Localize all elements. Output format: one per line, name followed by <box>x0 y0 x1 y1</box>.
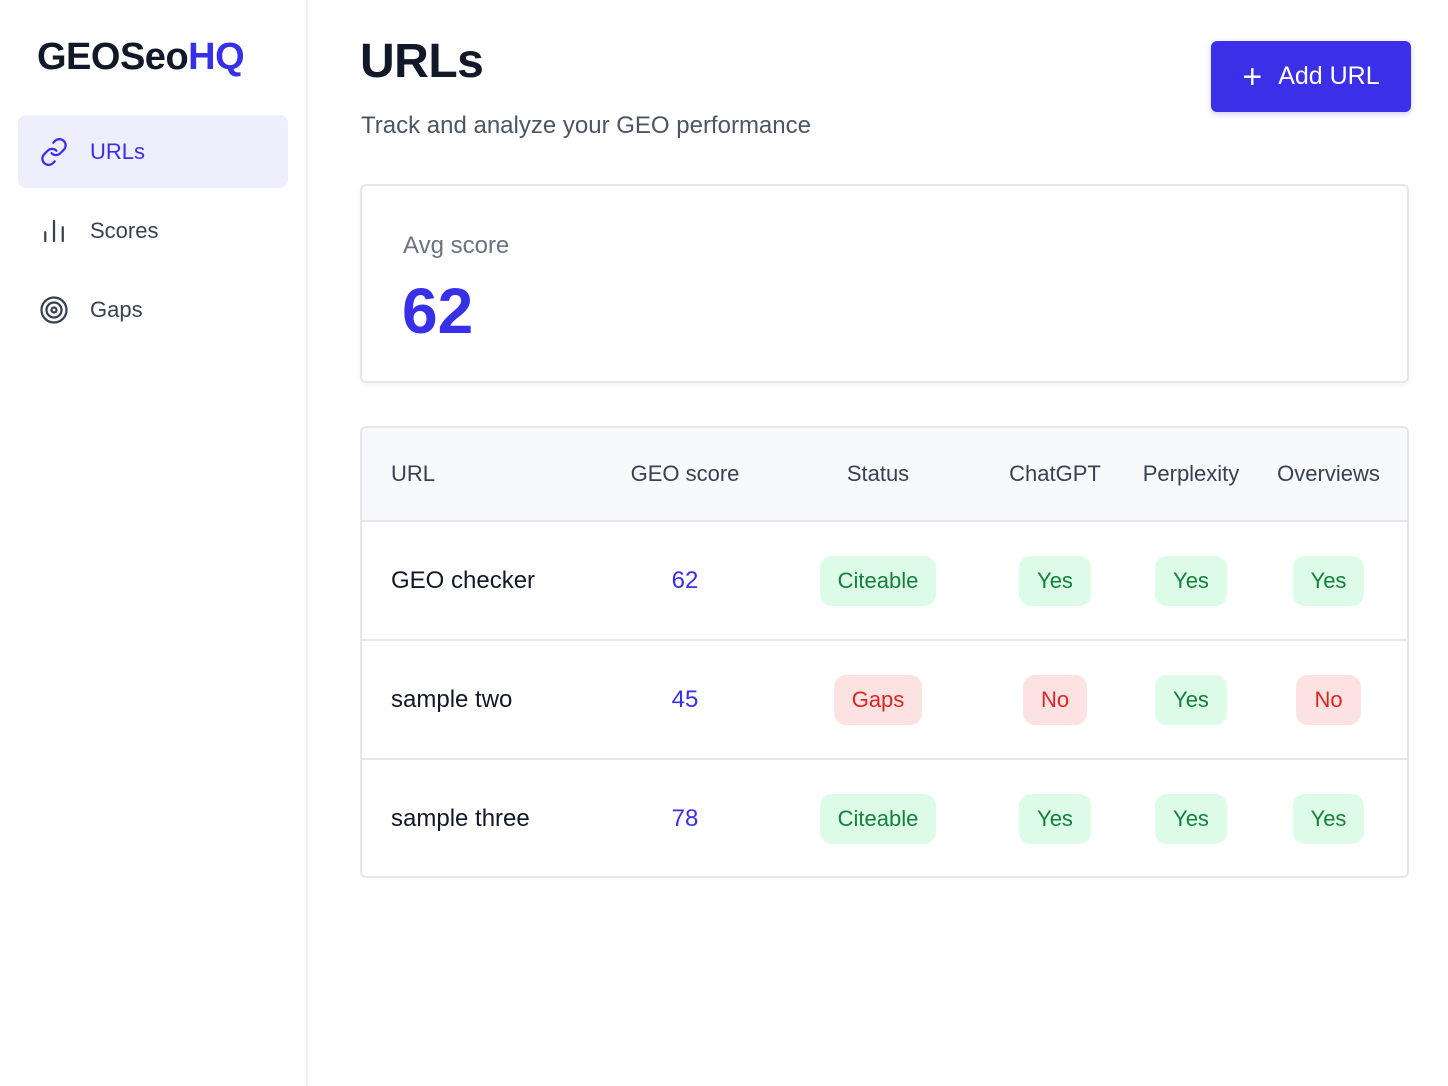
column-header-perplexity[interactable]: Perplexity <box>1132 428 1250 522</box>
column-header-chatgpt[interactable]: ChatGPT <box>978 428 1132 522</box>
row-chatgpt-cell: Yes <box>978 521 1132 640</box>
row-perplexity-cell: Yes <box>1132 521 1250 640</box>
avg-score-value: 62 <box>402 275 474 347</box>
overviews-badge: No <box>1296 674 1361 725</box>
chatgpt-badge: Yes <box>1019 555 1091 606</box>
table-row[interactable]: GEO checker 62 Citeable Yes Yes Yes <box>362 521 1407 640</box>
row-status-cell: Citeable <box>778 521 978 640</box>
status-badge: Gaps <box>833 674 923 725</box>
brand-logo[interactable]: GEOSeoHQ <box>37 36 245 79</box>
urls-table-card: URL GEO score Status ChatGPT Perplexity … <box>360 426 1409 878</box>
row-geo-score: 62 <box>671 566 699 594</box>
perplexity-badge: Yes <box>1155 674 1227 725</box>
avg-score-card: Avg score 62 <box>360 184 1409 383</box>
row-perplexity-cell: Yes <box>1132 640 1250 759</box>
sidebar: GEOSeoHQ URLs Scores Gaps <box>0 0 308 1086</box>
row-url[interactable]: sample three <box>362 759 592 876</box>
row-url[interactable]: sample two <box>362 640 592 759</box>
sidebar-item-label: Gaps <box>90 296 143 322</box>
main-content: URLs Track and analyze your GEO performa… <box>360 0 1411 1086</box>
table-header-row: URL GEO score Status ChatGPT Perplexity … <box>362 428 1407 522</box>
link-icon <box>38 136 70 168</box>
perplexity-badge: Yes <box>1155 555 1227 606</box>
row-overviews-cell: No <box>1250 640 1407 759</box>
brand-accent: HQ <box>188 36 245 78</box>
target-icon <box>38 294 70 326</box>
status-badge: Citeable <box>819 794 937 844</box>
sidebar-item-label: Scores <box>90 217 159 243</box>
brand-name: GEOSeo <box>37 36 189 78</box>
column-header-url[interactable]: URL <box>362 428 592 522</box>
page-title: URLs <box>360 35 484 88</box>
table-row[interactable]: sample three 78 Citeable Yes Yes Yes <box>362 759 1407 876</box>
row-chatgpt-cell: Yes <box>978 759 1132 876</box>
sidebar-item-urls[interactable]: URLs <box>18 115 288 188</box>
overviews-badge: Yes <box>1292 794 1365 844</box>
table-body: GEO checker 62 Citeable Yes Yes Yes samp… <box>362 521 1407 876</box>
status-badge: Citeable <box>819 555 937 606</box>
column-header-overviews[interactable]: Overviews <box>1250 428 1407 522</box>
sidebar-item-label: URLs <box>90 138 146 164</box>
row-status-cell: Citeable <box>778 759 978 876</box>
chatgpt-badge: No <box>1022 674 1088 725</box>
row-overviews-cell: Yes <box>1250 759 1407 876</box>
row-geo-score: 45 <box>671 685 699 713</box>
sidebar-item-gaps[interactable]: Gaps <box>18 273 288 346</box>
row-overviews-cell: Yes <box>1250 521 1407 640</box>
column-header-status[interactable]: Status <box>778 428 978 522</box>
table-header: URL GEO score Status ChatGPT Perplexity … <box>362 428 1407 522</box>
table-row[interactable]: sample two 45 Gaps No Yes No <box>362 640 1407 759</box>
page-subtitle: Track and analyze your GEO performance <box>361 112 811 139</box>
chatgpt-badge: Yes <box>1019 794 1091 844</box>
bar-chart-icon <box>38 215 70 247</box>
perplexity-badge: Yes <box>1155 794 1227 844</box>
urls-table: URL GEO score Status ChatGPT Perplexity … <box>362 428 1407 876</box>
add-url-button[interactable]: + Add URL <box>1211 41 1411 112</box>
row-url[interactable]: GEO checker <box>362 521 592 640</box>
avg-score-label: Avg score <box>403 232 510 259</box>
row-geo-score: 78 <box>671 805 699 832</box>
overviews-badge: Yes <box>1292 555 1365 606</box>
add-url-label: Add URL <box>1278 62 1380 90</box>
sidebar-nav: URLs Scores Gaps <box>18 115 288 352</box>
row-status-cell: Gaps <box>778 640 978 759</box>
row-chatgpt-cell: No <box>978 640 1132 759</box>
plus-icon: + <box>1242 57 1263 96</box>
sidebar-item-scores[interactable]: Scores <box>18 194 288 267</box>
row-perplexity-cell: Yes <box>1132 759 1250 876</box>
column-header-geo-score[interactable]: GEO score <box>592 428 778 522</box>
